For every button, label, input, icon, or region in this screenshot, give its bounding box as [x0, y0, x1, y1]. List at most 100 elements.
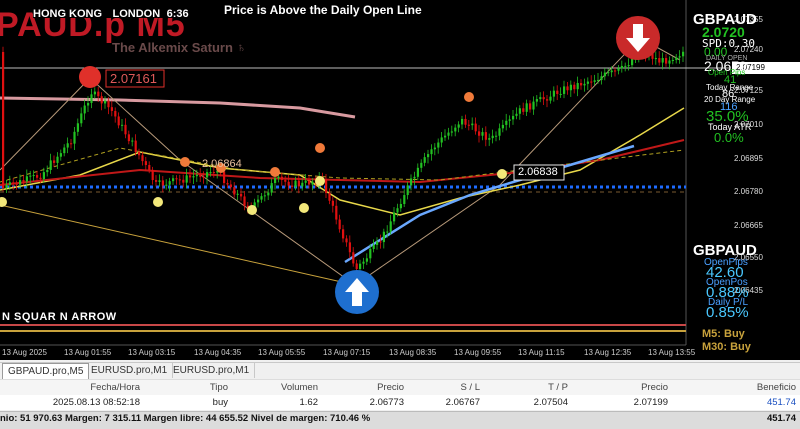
candle-body	[114, 110, 117, 117]
signal-dot-yellow	[0, 197, 7, 207]
order-row[interactable]: 2025.08.13 08:52:18 buy 1.62 2.06773 2.0…	[0, 395, 800, 410]
mtf-signal-m30: M30: Buy	[702, 341, 751, 353]
x-tick: 13 Aug 01:55	[64, 348, 112, 357]
candle-body	[53, 160, 56, 163]
candle-body	[345, 238, 348, 243]
candle-body	[5, 184, 8, 188]
signal-dot-yellow	[315, 176, 325, 186]
candle-body	[335, 205, 338, 220]
candle-body	[151, 170, 154, 181]
panel2-daily-pl: 0.85%	[706, 304, 749, 321]
col-header-current-price[interactable]: Precio	[624, 380, 668, 395]
candle-body	[267, 192, 270, 196]
candle-body	[658, 58, 661, 63]
y-tick: 2.06665	[734, 221, 763, 230]
candle-body	[127, 134, 130, 142]
candle-body	[206, 172, 209, 178]
candle-body	[620, 65, 623, 69]
candle-body	[614, 70, 617, 72]
candle-body	[539, 97, 542, 100]
candle-body	[223, 171, 226, 184]
signal-dot-yellow	[299, 203, 309, 213]
candle-body	[308, 180, 311, 185]
candle-body	[189, 175, 192, 178]
tab-eurusd-m1-2[interactable]: EURUSD.pro,M1	[168, 363, 256, 378]
candle-body	[83, 105, 86, 114]
candle-body	[464, 118, 467, 125]
candle-body	[376, 241, 379, 245]
candle-body	[624, 65, 627, 67]
signal-dot-orange	[180, 157, 190, 167]
candle-body	[260, 196, 263, 200]
candle-body	[678, 56, 681, 58]
candle-body	[461, 118, 464, 125]
price-chart[interactable]: PAUD.p M5 HONG KONG LONDON 6:36 Price is…	[0, 0, 800, 360]
mid-price-label: 2.06864	[202, 158, 242, 170]
candle-body	[49, 160, 52, 170]
candle-body	[277, 176, 280, 179]
candle-body	[610, 70, 613, 73]
candle-body	[110, 107, 113, 111]
candle-body	[365, 258, 368, 262]
candle-body	[471, 123, 474, 126]
tab-eurusd-m1[interactable]: EURUSD.pro,M1	[86, 363, 174, 378]
candle-body	[325, 179, 328, 193]
candle-body	[440, 137, 443, 143]
col-header-profit[interactable]: Beneficio	[736, 380, 796, 395]
col-header-datetime[interactable]: Fecha/Hora	[80, 380, 140, 395]
candle-body	[535, 99, 538, 102]
candle-body	[304, 180, 307, 183]
candle-body	[682, 51, 685, 57]
candle-body	[87, 102, 90, 106]
candle-body	[226, 183, 229, 185]
candle-body	[97, 91, 100, 97]
candle-body	[600, 76, 603, 80]
candle-body	[423, 157, 426, 163]
candle-body	[512, 115, 515, 120]
candle-body	[522, 108, 525, 112]
panel-today-atr: 0.0%	[714, 130, 744, 145]
candle-body	[12, 182, 15, 184]
candle-body	[2, 52, 5, 188]
candlesticks	[2, 45, 685, 275]
trend-line-gold	[0, 204, 356, 286]
signal-dot-yellow	[247, 205, 257, 215]
candle-body	[36, 175, 39, 178]
candle-body	[563, 86, 566, 94]
col-header-tp[interactable]: T / P	[528, 380, 568, 395]
candle-body	[274, 178, 277, 184]
candle-body	[263, 195, 266, 197]
x-tick: 13 Aug 11:15	[518, 348, 565, 357]
low-right-price-label: 2.06838	[518, 166, 558, 178]
col-header-price[interactable]: Precio	[360, 380, 404, 395]
candle-body	[243, 196, 246, 206]
candle-body	[331, 200, 334, 206]
candle-body	[586, 81, 589, 84]
candle-body	[654, 58, 657, 60]
col-header-volume[interactable]: Volumen	[270, 380, 318, 395]
candle-body	[73, 131, 76, 144]
signal-dot-orange	[315, 143, 325, 153]
tab-gbpaud-m5[interactable]: GBPAUD.pro,M5	[2, 363, 90, 379]
candle-body	[396, 208, 399, 213]
candle-body	[15, 183, 18, 185]
col-header-sl[interactable]: S / L	[440, 380, 480, 395]
order-volume: 1.62	[299, 397, 319, 408]
candle-body	[212, 172, 215, 174]
order-sl[interactable]: 2.06767	[430, 395, 480, 410]
candle-body	[144, 161, 147, 165]
candle-body	[573, 84, 576, 90]
candle-body	[617, 68, 620, 71]
indicator-name: The Alkemix Saturn ♄	[112, 40, 247, 55]
candle-body	[661, 58, 664, 63]
order-tp[interactable]: 2.07504	[518, 395, 568, 410]
col-header-type[interactable]: Tipo	[190, 380, 228, 395]
account-summary-text: nio: 51 970.63 Margen: 7 315.11 Margen l…	[0, 413, 371, 424]
candle-body	[590, 81, 593, 83]
candle-body	[284, 179, 287, 182]
candle-body	[433, 147, 436, 150]
candle-body	[372, 244, 375, 249]
candle-body	[444, 135, 447, 138]
candle-body	[59, 153, 62, 157]
candle-body	[403, 195, 406, 204]
